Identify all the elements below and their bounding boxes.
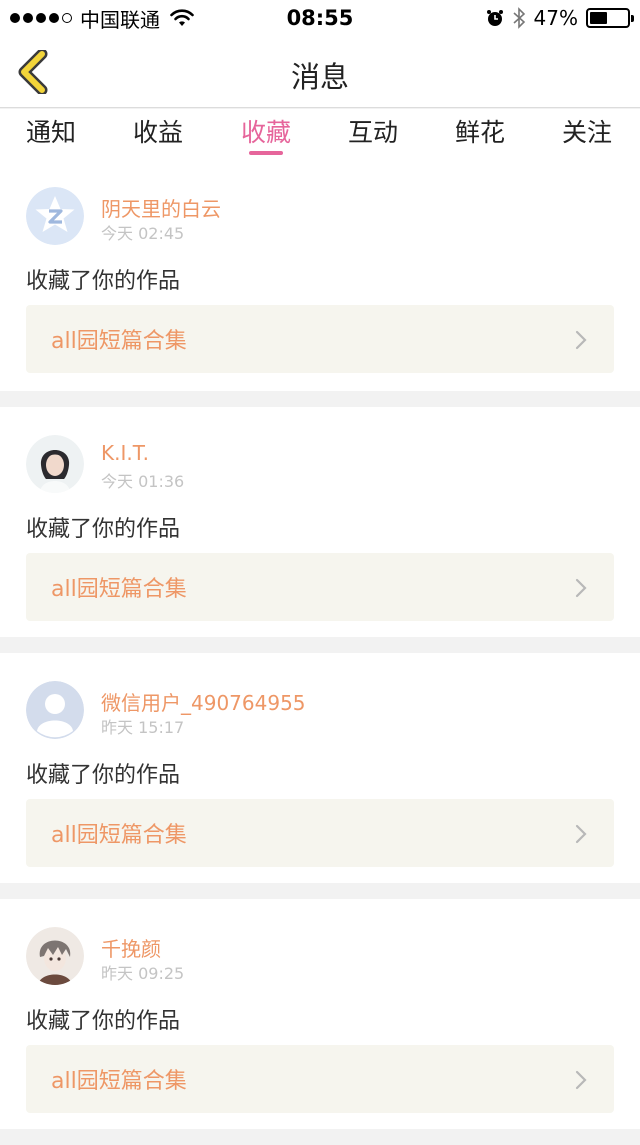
chevron-right-icon [575, 824, 587, 844]
photo-avatar-icon [26, 435, 84, 493]
nav-bar: 消息 [0, 36, 640, 108]
tab-flowers[interactable]: 鲜花 [455, 113, 505, 149]
work-link[interactable]: all园短篇合集 [26, 305, 614, 373]
anime-avatar-icon [26, 927, 84, 985]
alarm-icon [486, 10, 503, 26]
message-time: 今天 01:36 [101, 472, 185, 491]
message-card: 阴天里的白云 今天 02:45 收藏了你的作品 all园短篇合集 [0, 159, 640, 391]
qq-default-avatar-icon [26, 187, 84, 245]
work-link[interactable]: all园短篇合集 [26, 553, 614, 621]
tab-earnings[interactable]: 收益 [133, 113, 183, 149]
avatar[interactable] [26, 927, 84, 985]
message-card: K.I.T. 今天 01:36 收藏了你的作品 all园短篇合集 [0, 407, 640, 637]
message-time: 今天 02:45 [101, 224, 185, 243]
avatar[interactable] [26, 435, 84, 493]
bluetooth-icon [513, 7, 525, 29]
tab-favorites[interactable]: 收藏 [241, 113, 291, 149]
message-action: 收藏了你的作品 [26, 763, 181, 788]
work-title: all园短篇合集 [51, 823, 187, 848]
work-title: all园短篇合集 [51, 1069, 187, 1094]
battery-fill [590, 12, 607, 24]
tab-interaction[interactable]: 互动 [348, 113, 398, 149]
tab-follow[interactable]: 关注 [562, 113, 612, 149]
battery-percent: 47% [533, 6, 578, 30]
message-action: 收藏了你的作品 [26, 1009, 181, 1034]
user-name[interactable]: K.I.T. [101, 441, 149, 465]
avatar[interactable] [26, 681, 84, 739]
message-card: 微信用户_490764955 昨天 15:17 收藏了你的作品 all园短篇合集 [0, 653, 640, 883]
work-title: all园短篇合集 [51, 577, 187, 602]
user-name[interactable]: 千挽颜 [101, 933, 161, 962]
work-link[interactable]: all园短篇合集 [26, 799, 614, 867]
work-link[interactable]: all园短篇合集 [26, 1045, 614, 1113]
message-time: 昨天 09:25 [101, 964, 185, 983]
message-time: 昨天 15:17 [101, 718, 185, 737]
chevron-right-icon [575, 330, 587, 350]
message-action: 收藏了你的作品 [26, 517, 181, 542]
avatar[interactable] [26, 187, 84, 245]
default-user-avatar-icon [26, 681, 84, 739]
status-bar: 中国联通 08:55 47% [0, 0, 640, 36]
message-card: 千挽颜 昨天 09:25 收藏了你的作品 all园短篇合集 [0, 899, 640, 1129]
chevron-right-icon [575, 578, 587, 598]
message-action: 收藏了你的作品 [26, 269, 181, 294]
status-right: 47% [486, 6, 634, 30]
message-list: 阴天里的白云 今天 02:45 收藏了你的作品 all园短篇合集 K.I.T. … [0, 159, 640, 1145]
page-title: 消息 [290, 60, 349, 94]
user-name[interactable]: 阴天里的白云 [101, 193, 221, 222]
battery-icon [586, 8, 634, 28]
work-title: all园短篇合集 [51, 329, 187, 354]
user-name[interactable]: 微信用户_490764955 [101, 687, 306, 716]
active-tab-indicator [249, 151, 283, 155]
chevron-right-icon [575, 1070, 587, 1090]
tab-bar: 通知 收益 收藏 互动 鲜花 关注 [0, 109, 640, 159]
tab-notice[interactable]: 通知 [26, 113, 76, 149]
